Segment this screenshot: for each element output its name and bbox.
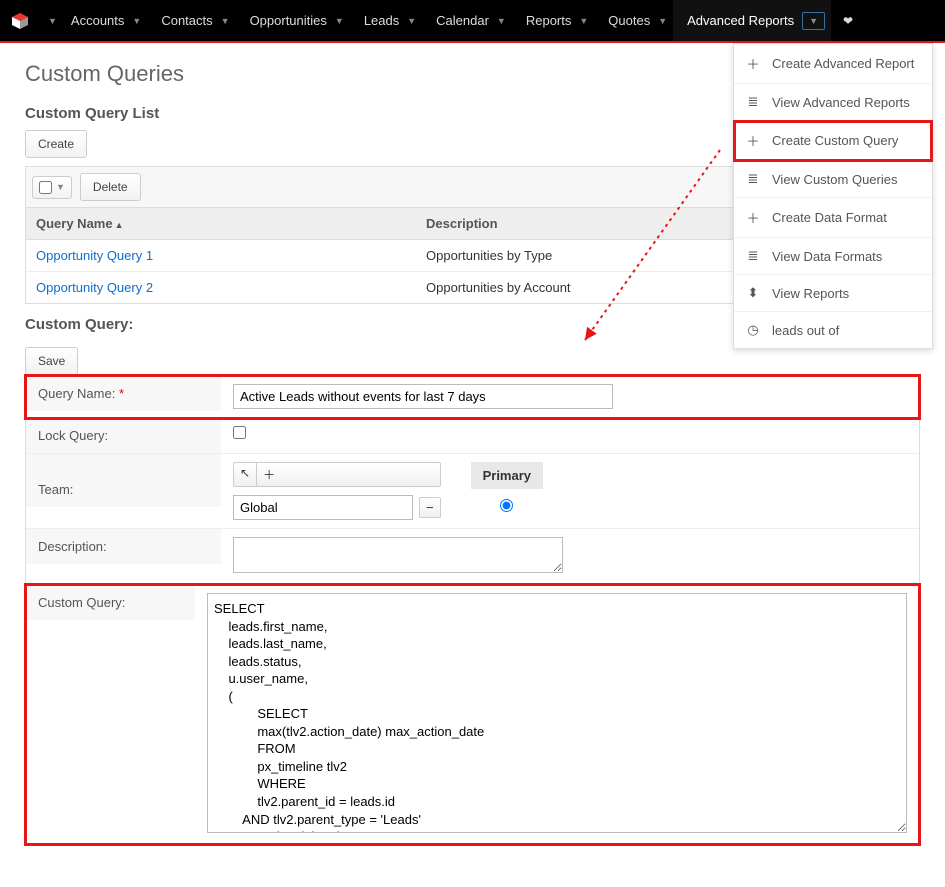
nav-calendar[interactable]: Calendar▼ <box>422 0 512 41</box>
select-all-checkbox[interactable] <box>39 181 52 194</box>
caret-icon[interactable]: ▼ <box>497 16 506 26</box>
team-selector-buttons: ↖ ＋ <box>233 462 441 487</box>
team-label: Team: <box>26 454 221 507</box>
logo-caret-icon[interactable]: ▼ <box>48 16 57 26</box>
plus-icon: ＋ <box>746 208 760 227</box>
team-add-button[interactable]: ＋ <box>257 463 281 486</box>
nav-advanced-reports[interactable]: Advanced Reports▼ <box>673 0 831 41</box>
caret-icon[interactable]: ▼ <box>407 16 416 26</box>
advanced-reports-dropdown: ＋Create Advanced Report ≣View Advanced R… <box>733 43 933 349</box>
custom-query-row: Custom Query: <box>26 585 919 844</box>
custom-query-form: Query Name: * Lock Query: Team: ↖ ＋ − <box>25 375 920 845</box>
select-all-dropdown[interactable]: ▼ <box>32 176 72 199</box>
caret-icon[interactable]: ▼ <box>802 12 825 30</box>
list-icon: ≣ <box>746 171 760 187</box>
caret-icon[interactable]: ▼ <box>132 16 141 26</box>
nav-quotes[interactable]: Quotes▼ <box>594 0 673 41</box>
menu-create-data-format[interactable]: ＋Create Data Format <box>734 198 932 238</box>
app-logo[interactable] <box>0 0 40 41</box>
caret-icon[interactable]: ▼ <box>221 16 230 26</box>
menu-view-custom-queries[interactable]: ≣View Custom Queries <box>734 161 932 198</box>
primary-radio[interactable] <box>500 499 513 512</box>
nav-contacts[interactable]: Contacts▼ <box>147 0 235 41</box>
custom-query-label: Custom Query: <box>26 585 195 620</box>
menu-view-reports[interactable]: ⬍View Reports <box>734 275 932 312</box>
query-name-label: Query Name: <box>38 386 115 401</box>
nav-opportunities[interactable]: Opportunities▼ <box>236 0 350 41</box>
nav-leads[interactable]: Leads▼ <box>350 0 422 41</box>
menu-view-data-formats[interactable]: ≣View Data Formats <box>734 238 932 275</box>
lock-query-label: Lock Query: <box>26 418 221 453</box>
chart-icon: ⬍ <box>746 285 760 301</box>
save-button[interactable]: Save <box>25 347 78 375</box>
plus-icon: ＋ <box>746 131 760 150</box>
menu-create-custom-query[interactable]: ＋Create Custom Query <box>734 121 932 161</box>
list-icon: ≣ <box>746 94 760 110</box>
query-link[interactable]: Opportunity Query 2 <box>36 280 153 295</box>
query-name-input[interactable] <box>233 384 613 409</box>
team-remove-button[interactable]: − <box>419 497 441 518</box>
primary-header: Primary <box>471 462 543 489</box>
menu-view-advanced-reports[interactable]: ≣View Advanced Reports <box>734 84 932 121</box>
query-name-row: Query Name: * <box>26 376 919 418</box>
custom-query-textarea[interactable] <box>207 593 907 833</box>
create-button[interactable]: Create <box>25 130 87 158</box>
caret-icon[interactable]: ▼ <box>335 16 344 26</box>
column-header-name[interactable]: Query Name▲ <box>36 216 426 231</box>
team-input[interactable] <box>233 495 413 520</box>
lock-query-checkbox[interactable] <box>233 426 246 439</box>
description-textarea[interactable] <box>233 537 563 573</box>
delete-button[interactable]: Delete <box>80 173 141 201</box>
sort-asc-icon: ▲ <box>115 220 124 230</box>
nav-accounts[interactable]: Accounts▼ <box>57 0 147 41</box>
nav-more-icon[interactable]: ❤ <box>831 0 865 41</box>
required-indicator: * <box>119 386 124 401</box>
menu-leads-out-of[interactable]: ◷leads out of <box>734 312 932 348</box>
plus-icon: ＋ <box>746 54 760 73</box>
nav-reports[interactable]: Reports▼ <box>512 0 594 41</box>
team-pick-button[interactable]: ↖ <box>234 463 257 486</box>
caret-icon: ▼ <box>56 182 65 192</box>
description-label: Description: <box>26 529 221 564</box>
top-nav: ▼ Accounts▼ Contacts▼ Opportunities▼ Lea… <box>0 0 945 43</box>
description-row: Description: <box>26 529 919 585</box>
caret-icon[interactable]: ▼ <box>579 16 588 26</box>
query-link[interactable]: Opportunity Query 1 <box>36 248 153 263</box>
menu-create-advanced-report[interactable]: ＋Create Advanced Report <box>734 44 932 84</box>
lock-query-row: Lock Query: <box>26 418 919 454</box>
caret-icon[interactable]: ▼ <box>658 16 667 26</box>
team-row: Team: ↖ ＋ − Primary <box>26 454 919 529</box>
list-icon: ≣ <box>746 248 760 264</box>
clock-icon: ◷ <box>746 322 760 338</box>
